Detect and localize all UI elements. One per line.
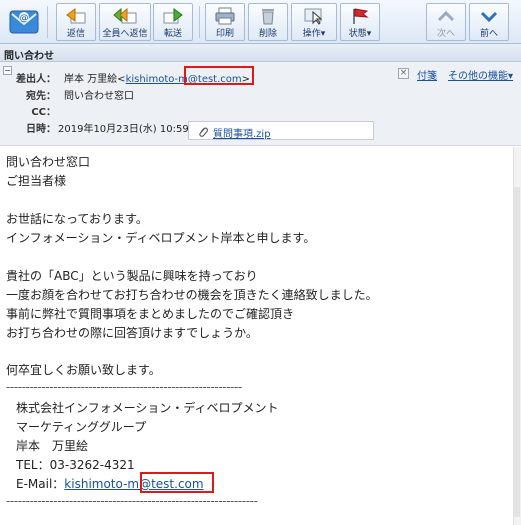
attachment-item[interactable]: 質問事項.zip [188, 121, 374, 140]
signature-email: E-Mail：kishimoto-m@test.com [16, 475, 204, 492]
body-line: お世話になっております。 [6, 212, 148, 226]
date-label: 日時： [26, 124, 56, 135]
to-label: 宛先： [26, 91, 56, 102]
status-menu-button[interactable]: 状態▾ [340, 3, 380, 41]
to-value: 問い合わせ窓口 [64, 91, 134, 102]
signature-name: 岸本 万里絵 [16, 439, 89, 453]
flag-icon [353, 8, 369, 24]
signature-email-link[interactable]: kishimoto-m@test.com [64, 477, 203, 491]
body-line: お打ち合わせの際に回答頂けますでしょうか。 [6, 326, 258, 340]
reply-all-icon [113, 7, 137, 24]
body-line: 何卒宜しくお願い致します。 [6, 363, 161, 377]
flag-note-link[interactable]: 付箋 [417, 67, 437, 82]
body-line: 事前に弊社で質問事項をまとめましたのでご確認頂き [6, 307, 295, 321]
mail-app-icon: @ [8, 5, 40, 40]
reply-button[interactable]: 返信 [56, 3, 96, 41]
body-line: 一度お顔を合わせてお打ち合わせの機会を頂きたく連絡致しました。 [6, 288, 378, 302]
body-line: インフォメーション・ディベロプメント岸本と申します。 [6, 231, 316, 245]
date-value: 2019年10月23日(水) 10:59 [58, 124, 189, 135]
delete-button[interactable]: 削除 [248, 3, 288, 41]
chevron-down-icon [480, 11, 498, 23]
from-label: 差出人： [16, 74, 56, 85]
from-value: 岸本 万里絵<kishimoto-m@test.com> [64, 70, 250, 85]
scrollbar-thumb[interactable] [514, 187, 520, 517]
body-line: 貴社の「ABC」という製品に興味を持っており [6, 269, 258, 283]
toolbar-separator [47, 6, 48, 38]
svg-text:@: @ [20, 14, 29, 24]
toolbar: @ 返信 全員へ返信 転送 印刷 削除 操作▾ 状態▾ 次へ 前へ [0, 0, 521, 44]
signature-tel: TEL：03-3262-4321 [16, 458, 135, 472]
actions-menu-button[interactable]: 操作▾ [291, 3, 337, 41]
signature-separator-bottom: ----------------------------------------… [6, 494, 258, 508]
print-button[interactable]: 印刷 [205, 3, 245, 41]
signature-email-label: E-Mail： [16, 477, 65, 491]
trash-icon [262, 9, 274, 25]
signature-company: 株式会社インフォメーション・ディベロプメント [16, 401, 279, 415]
from-name: 岸本 万里絵< [64, 74, 126, 85]
message-body: 問い合わせ窓口 ご担当者様 お世話になっております。 インフォメーション・ディベ… [0, 147, 521, 525]
close-icon[interactable]: × [398, 68, 409, 79]
message-subject: 問い合わせ [4, 51, 54, 62]
other-functions-link[interactable]: その他の機能▾ [448, 67, 513, 82]
collapse-header-icon[interactable]: − [3, 66, 12, 75]
body-line: 問い合わせ窓口 [6, 155, 91, 169]
forward-button[interactable]: 転送 [153, 3, 193, 41]
forward-icon [163, 8, 183, 24]
paperclip-icon [197, 125, 209, 141]
reply-icon [66, 8, 86, 24]
toolbar-separator [199, 6, 200, 38]
from-email-link[interactable]: kishimoto-m@test.com [126, 74, 242, 85]
prev-button[interactable]: 前へ [469, 3, 509, 41]
attachment-filename[interactable]: 質問事項.zip [213, 125, 271, 140]
next-button[interactable]: 次へ [426, 3, 466, 41]
printer-icon [215, 7, 235, 25]
signature-separator-top: ----------------------------------------… [6, 380, 242, 394]
chevron-up-icon [437, 10, 455, 22]
vertical-scrollbar[interactable] [513, 147, 521, 525]
message-title-bar: 問い合わせ [0, 44, 521, 62]
cc-label: CC： [31, 107, 56, 118]
signature-department: マーケティンググループ [16, 420, 147, 434]
cursor-icon [304, 8, 323, 25]
body-line: ご担当者様 [6, 174, 67, 188]
reply-all-button[interactable]: 全員へ返信 [99, 3, 151, 41]
from-close: > [241, 74, 251, 85]
